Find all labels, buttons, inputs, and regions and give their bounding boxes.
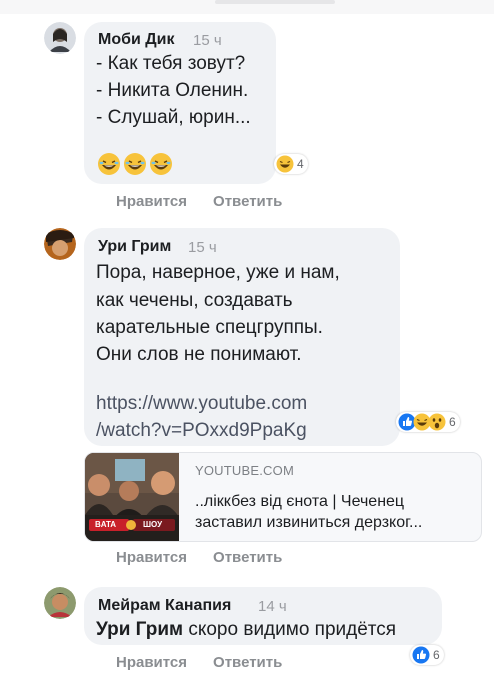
like-link[interactable]: Нравится — [116, 654, 187, 671]
thumbnail-badge-right: ШОУ — [143, 520, 163, 529]
reply-link[interactable]: Ответить — [213, 549, 282, 566]
avatar[interactable] — [44, 22, 76, 54]
haha-icon — [276, 155, 294, 173]
avatar[interactable] — [44, 228, 76, 260]
comment-actions: Нравится Ответить — [116, 549, 308, 566]
laughing-emoji-icon — [98, 153, 120, 175]
reaction-summary[interactable]: 6 — [396, 412, 460, 432]
comment-timestamp[interactable]: 15 ч — [193, 32, 222, 49]
comment-text: скоро видимо придётся — [183, 619, 397, 640]
comment-timestamp[interactable]: 15 ч — [188, 239, 217, 256]
like-icon — [412, 646, 430, 664]
comment-link[interactable]: /watch?v=POxxd9PpaKg — [96, 420, 307, 442]
laughing-emoji-icon — [124, 153, 146, 175]
reaction-summary[interactable]: 4 — [274, 154, 308, 174]
reaction-count: 4 — [297, 157, 304, 171]
comment-link[interactable]: https://www.youtube.com — [96, 393, 307, 415]
comment-author[interactable]: Моби Дик — [98, 31, 175, 49]
video-thumbnail[interactable]: BATA ШОУ — [85, 453, 179, 541]
comment-text-line: - Никита Оленин. — [96, 80, 249, 101]
link-preview-card[interactable]: BATA ШОУ YOUTUBE.COM ..лiккбез вiд єнота… — [84, 452, 482, 542]
laughing-emoji-row — [97, 152, 173, 176]
previous-comment-edge — [0, 0, 494, 14]
comment-text-line: Ури Грим скоро видимо придётся — [96, 619, 396, 641]
avatar[interactable] — [44, 587, 76, 619]
like-link[interactable]: Нравится — [116, 549, 187, 566]
comment-author[interactable]: Мейрам Канапия — [98, 597, 231, 615]
like-link[interactable]: Нравится — [116, 193, 187, 210]
laughing-emoji-icon — [150, 153, 172, 175]
reply-link[interactable]: Ответить — [213, 193, 282, 210]
comment-text-line: карательные спецгруппы. — [96, 317, 323, 338]
comment-actions: Нравится Ответить — [116, 654, 308, 671]
preview-domain: YOUTUBE.COM — [195, 463, 294, 478]
mention-link[interactable]: Ури Грим — [96, 619, 183, 640]
comment-text-line: как чечены, создавать — [96, 290, 293, 311]
reaction-count: 6 — [433, 648, 440, 662]
preview-title[interactable]: ..лiккбез вiд єнота | Чеченец заставил и… — [195, 491, 465, 533]
comment-text-line: Они слов не понимают. — [96, 344, 302, 365]
thumbnail-badge-left: BATA — [95, 520, 117, 529]
comment-text-line: Пора, наверное, уже и нам, — [96, 262, 340, 283]
comment-timestamp[interactable]: 14 ч — [258, 598, 287, 615]
comment-text-line: - Как тебя зовут? — [96, 53, 246, 74]
comment-author[interactable]: Ури Грим — [98, 238, 171, 256]
reply-link[interactable]: Ответить — [213, 654, 282, 671]
comment-actions: Нравится Ответить — [116, 193, 308, 210]
wow-icon — [428, 413, 446, 431]
reaction-summary[interactable]: 6 — [410, 645, 444, 665]
comment-text-line: - Слушай, юрин... — [96, 107, 251, 128]
reaction-count: 6 — [449, 415, 456, 429]
